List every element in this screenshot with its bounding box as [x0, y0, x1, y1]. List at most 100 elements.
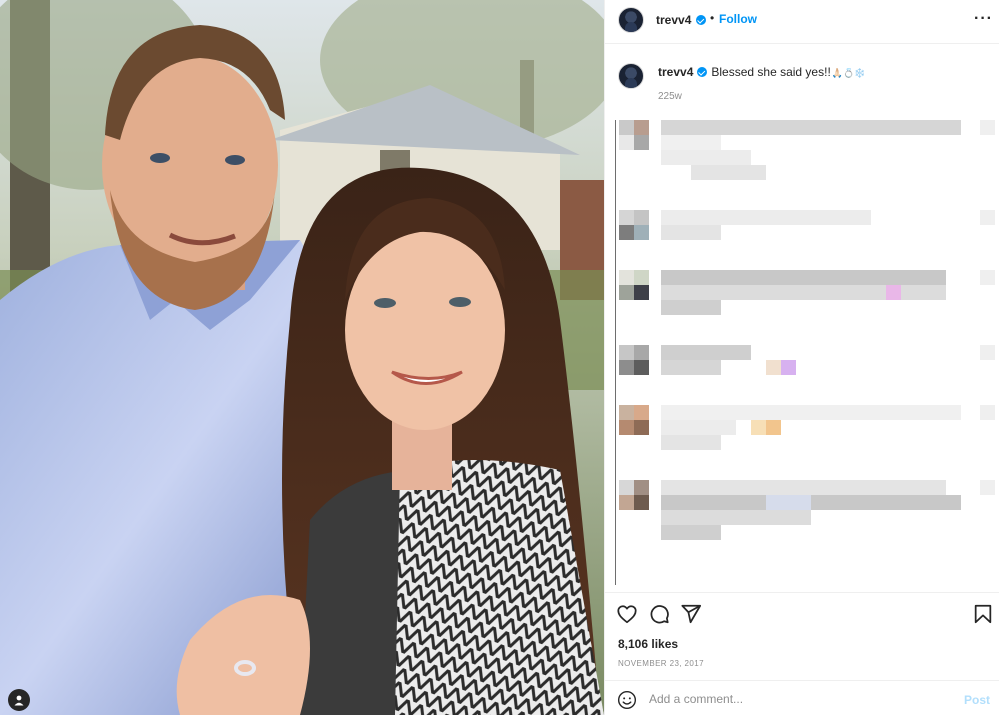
- post-header: trevv4 • Follow ···: [605, 0, 999, 44]
- obscured-text-cell: [721, 165, 736, 180]
- obscured-text-cell: [766, 210, 781, 225]
- smiley-face-icon[interactable]: [617, 690, 637, 710]
- comment-input[interactable]: [649, 689, 949, 709]
- obscured-text-cell: [766, 510, 781, 525]
- obscured-text-cell: [661, 435, 676, 450]
- obscured-text-cell: [841, 120, 856, 135]
- obscured-text-cell: [691, 405, 706, 420]
- obscured-text-cell: [751, 480, 766, 495]
- heart-icon[interactable]: [616, 603, 638, 625]
- caption-timestamp[interactable]: 225w: [658, 91, 682, 102]
- obscured-text-cell: [781, 405, 796, 420]
- obscured-text-cell: [706, 405, 721, 420]
- tagged-user-icon[interactable]: [8, 689, 30, 711]
- obscured-text-cell: [811, 495, 826, 510]
- header-username[interactable]: trevv4: [656, 13, 691, 27]
- obscured-like-cell: [980, 345, 995, 360]
- obscured-text-cell: [661, 120, 676, 135]
- obscured-text-cell: [946, 405, 961, 420]
- obscured-text-cell: [931, 405, 946, 420]
- obscured-text-cell: [706, 270, 721, 285]
- obscured-text-cell: [856, 405, 871, 420]
- more-horizontal-icon[interactable]: ···: [974, 10, 992, 30]
- obscured-text-cell: [661, 405, 676, 420]
- obscured-avatar-cell: [634, 225, 649, 240]
- obscured-text-cell: [736, 165, 751, 180]
- obscured-avatar-cell: [619, 285, 634, 300]
- obscured-text-cell: [811, 285, 826, 300]
- avatar[interactable]: [618, 7, 644, 33]
- obscured-text-cell: [871, 495, 886, 510]
- comments-list-obscured: [615, 112, 995, 587]
- obscured-text-cell: [691, 525, 706, 540]
- post-date[interactable]: NOVEMBER 23, 2017: [618, 659, 704, 668]
- obscured-text-cell: [676, 300, 691, 315]
- obscured-text-cell: [916, 480, 931, 495]
- caption-avatar[interactable]: [618, 63, 644, 89]
- obscured-text-cell: [751, 285, 766, 300]
- obscured-text-cell: [721, 345, 736, 360]
- obscured-text-cell: [706, 165, 721, 180]
- obscured-text-cell: [676, 210, 691, 225]
- obscured-avatar-cell: [634, 345, 649, 360]
- likes-count[interactable]: 8,106 likes: [618, 637, 678, 651]
- obscured-text-cell: [871, 285, 886, 300]
- comment-bubble-icon[interactable]: [648, 603, 670, 625]
- obscured-text-cell: [691, 120, 706, 135]
- obscured-text-cell: [766, 480, 781, 495]
- obscured-text-cell: [856, 270, 871, 285]
- obscured-text-cell: [661, 420, 676, 435]
- bookmark-icon[interactable]: [972, 603, 994, 625]
- obscured-avatar-cell: [619, 495, 634, 510]
- obscured-text-cell: [736, 510, 751, 525]
- obscured-avatar-cell: [634, 495, 649, 510]
- verified-badge-icon: [697, 67, 708, 77]
- obscured-text-cell: [721, 210, 736, 225]
- obscured-text-cell: [901, 270, 916, 285]
- obscured-text-cell: [796, 510, 811, 525]
- comments-scrollbar[interactable]: [615, 120, 616, 585]
- caption-emoji-3: ❄️: [854, 68, 866, 78]
- obscured-text-cell: [841, 285, 856, 300]
- obscured-text-cell: [916, 495, 931, 510]
- obscured-text-cell: [676, 495, 691, 510]
- obscured-text-cell: [781, 210, 796, 225]
- post-photo[interactable]: [0, 0, 604, 715]
- paper-plane-icon[interactable]: [680, 603, 702, 625]
- obscured-avatar-cell: [619, 210, 634, 225]
- obscured-avatar-cell: [619, 420, 634, 435]
- obscured-text-cell: [796, 285, 811, 300]
- obscured-text-cell: [736, 150, 751, 165]
- obscured-emoji-cell: [766, 420, 781, 435]
- obscured-text-cell: [736, 405, 751, 420]
- obscured-text-cell: [706, 495, 721, 510]
- obscured-text-cell: [691, 420, 706, 435]
- obscured-text-cell: [751, 165, 766, 180]
- add-comment-bar: Post: [605, 680, 999, 715]
- follow-button[interactable]: Follow: [719, 12, 757, 26]
- obscured-text-cell: [841, 480, 856, 495]
- obscured-emoji-cell: [751, 420, 766, 435]
- obscured-text-cell: [901, 405, 916, 420]
- obscured-text-cell: [901, 120, 916, 135]
- obscured-avatar-cell: [634, 135, 649, 150]
- obscured-text-cell: [856, 120, 871, 135]
- obscured-text-cell: [691, 480, 706, 495]
- obscured-text-cell: [706, 435, 721, 450]
- obscured-text-cell: [706, 135, 721, 150]
- obscured-like-cell: [980, 405, 995, 420]
- obscured-text-cell: [661, 135, 676, 150]
- obscured-text-cell: [751, 210, 766, 225]
- obscured-text-cell: [706, 360, 721, 375]
- post-comment-button[interactable]: Post: [964, 693, 990, 707]
- obscured-text-cell: [871, 120, 886, 135]
- obscured-text-cell: [721, 270, 736, 285]
- caption-username[interactable]: trevv4: [658, 65, 693, 79]
- obscured-text-cell: [706, 510, 721, 525]
- obscured-text-cell: [676, 285, 691, 300]
- obscured-text-cell: [826, 270, 841, 285]
- obscured-text-cell: [676, 510, 691, 525]
- obscured-text-cell: [721, 495, 736, 510]
- obscured-avatar-cell: [634, 420, 649, 435]
- obscured-text-cell: [706, 345, 721, 360]
